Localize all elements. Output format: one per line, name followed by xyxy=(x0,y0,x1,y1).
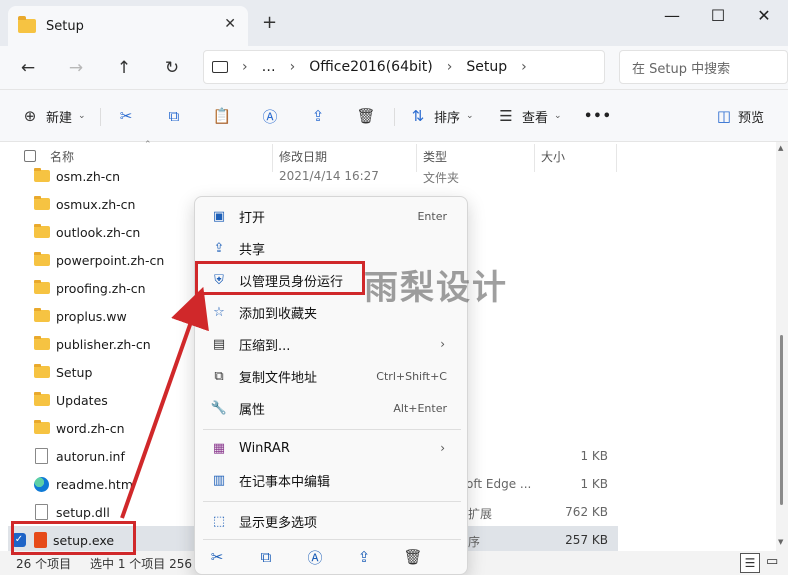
watermark: 雨梨设计 xyxy=(364,268,508,308)
